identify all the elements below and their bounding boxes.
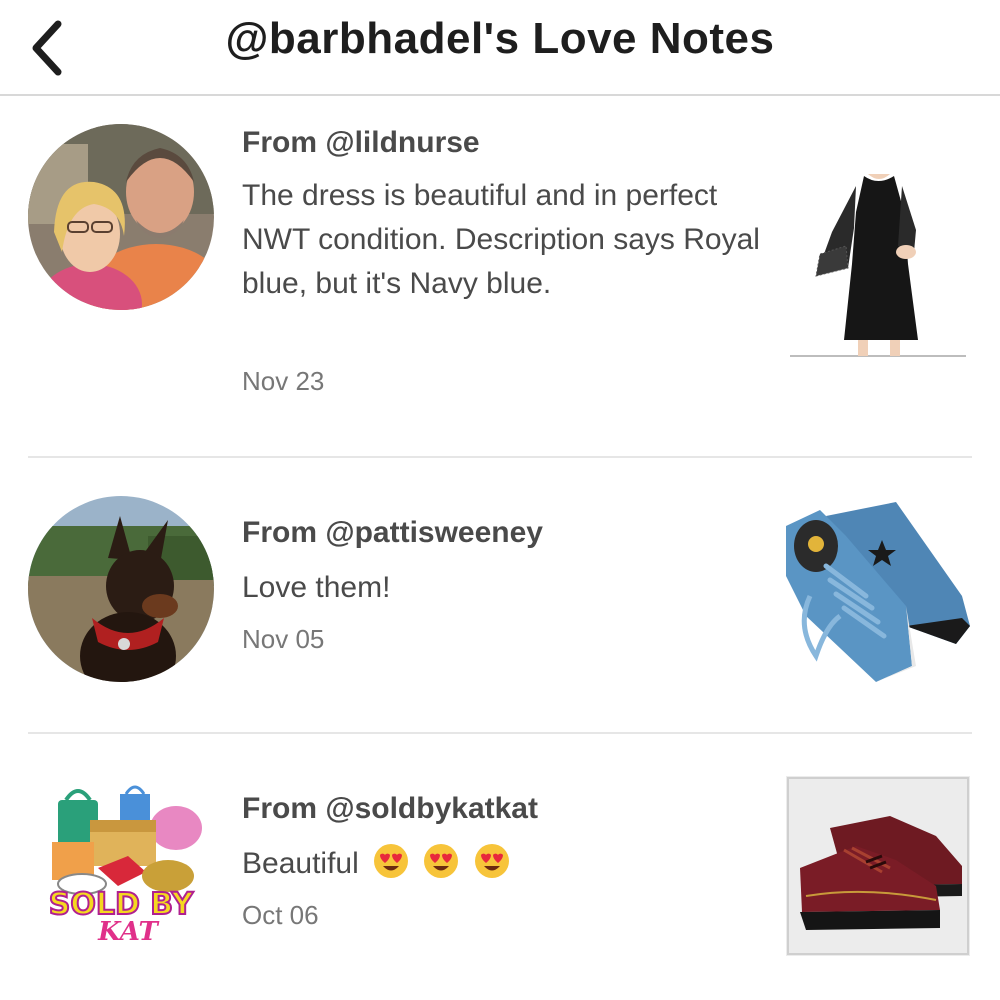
note-message-text: Beautiful	[242, 847, 359, 880]
note-message: Beautiful	[242, 842, 762, 886]
avatar[interactable]	[28, 496, 214, 682]
note-sender[interactable]: From @pattisweeney	[242, 516, 543, 550]
item-thumbnail[interactable]	[786, 172, 970, 358]
note-date: Nov 23	[242, 366, 325, 396]
heart-eyes-emoji-icon	[374, 844, 409, 878]
item-thumbnail[interactable]	[786, 776, 970, 956]
note-date: Oct 06	[242, 900, 319, 930]
divider	[28, 456, 972, 458]
note-date: Nov 05	[242, 624, 325, 654]
header-bar: @barbhadel's Love Notes	[0, 0, 1000, 96]
svg-text:KAT: KAT	[97, 917, 159, 947]
divider	[28, 732, 972, 734]
note-sender[interactable]: From @soldbykatkat	[242, 792, 538, 826]
note-message: Love them!	[242, 571, 391, 604]
heart-eyes-emoji-icon	[424, 844, 459, 878]
avatar[interactable]	[28, 124, 214, 310]
avatar[interactable]: SOLD BY KAT	[28, 772, 214, 958]
heart-eyes-emoji-icon	[474, 844, 509, 878]
note-message: The dress is beautiful and in perfect NW…	[242, 179, 760, 300]
page-title: @barbhadel's Love Notes	[225, 14, 775, 63]
love-notes-screen: @barbhadel's Love Notes From @lildnurse …	[0, 0, 1000, 1000]
note-sender[interactable]: From @lildnurse	[242, 126, 480, 160]
item-thumbnail[interactable]	[786, 496, 970, 682]
